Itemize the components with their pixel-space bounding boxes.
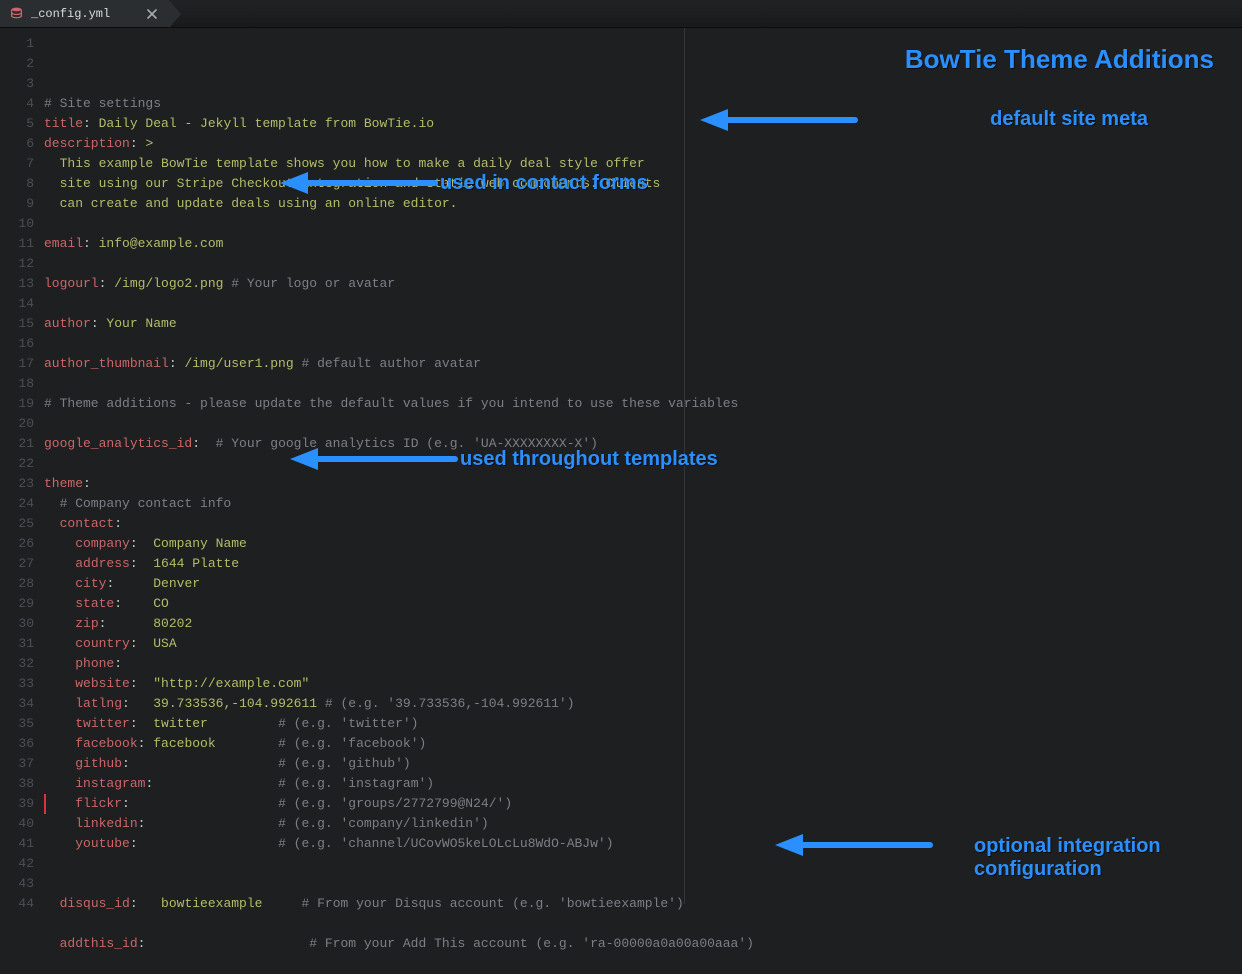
line-number: 40 xyxy=(0,814,34,834)
line-number: 8 xyxy=(0,174,34,194)
line-number: 38 xyxy=(0,774,34,794)
database-icon xyxy=(10,7,23,20)
code-line[interactable]: # Company contact info xyxy=(44,494,1242,514)
code-line[interactable] xyxy=(44,914,1242,934)
close-icon xyxy=(147,9,157,19)
line-number: 28 xyxy=(0,574,34,594)
code-line[interactable]: instagram: # (e.g. 'instagram') xyxy=(44,774,1242,794)
line-number: 26 xyxy=(0,534,34,554)
code-line[interactable]: github: # (e.g. 'github') xyxy=(44,754,1242,774)
code-line[interactable]: state: CO xyxy=(44,594,1242,614)
line-number: 34 xyxy=(0,694,34,714)
code-line[interactable] xyxy=(44,214,1242,234)
line-number: 42 xyxy=(0,854,34,874)
code-line[interactable]: logourl: /img/logo2.png # Your logo or a… xyxy=(44,274,1242,294)
line-number: 14 xyxy=(0,294,34,314)
line-number: 23 xyxy=(0,474,34,494)
code-line[interactable]: company: Company Name xyxy=(44,534,1242,554)
line-number: 5 xyxy=(0,114,34,134)
line-number: 10 xyxy=(0,214,34,234)
code-line[interactable]: flickr: # (e.g. 'groups/2772799@N24/') xyxy=(44,794,1242,814)
code-line[interactable]: latlng: 39.733536,-104.992611 # (e.g. '3… xyxy=(44,694,1242,714)
close-tab-button[interactable] xyxy=(145,7,159,21)
code-line[interactable]: can create and update deals using an onl… xyxy=(44,194,1242,214)
line-number-gutter: 1234567891011121314151617181920212223242… xyxy=(0,28,44,904)
code-line[interactable]: google_analytics_id: # Your google analy… xyxy=(44,434,1242,454)
tab-filename: _config.yml xyxy=(31,7,137,21)
line-number: 18 xyxy=(0,374,34,394)
code-line[interactable] xyxy=(44,254,1242,274)
code-line[interactable]: theme: xyxy=(44,474,1242,494)
code-line[interactable]: author: Your Name xyxy=(44,314,1242,334)
line-number: 12 xyxy=(0,254,34,274)
line-number: 31 xyxy=(0,634,34,654)
code-line[interactable]: address: 1644 Platte xyxy=(44,554,1242,574)
wrap-guide xyxy=(684,28,685,904)
code-line[interactable] xyxy=(44,454,1242,474)
line-number: 32 xyxy=(0,654,34,674)
line-number: 13 xyxy=(0,274,34,294)
line-number: 39 xyxy=(0,794,34,814)
code-line[interactable]: description: > xyxy=(44,134,1242,154)
line-number: 4 xyxy=(0,94,34,114)
code-editor[interactable]: 1234567891011121314151617181920212223242… xyxy=(0,28,1242,904)
line-number: 16 xyxy=(0,334,34,354)
code-line[interactable] xyxy=(44,954,1242,974)
line-number: 19 xyxy=(0,394,34,414)
line-number: 41 xyxy=(0,834,34,854)
line-number: 36 xyxy=(0,734,34,754)
line-number: 15 xyxy=(0,314,34,334)
code-line[interactable] xyxy=(44,294,1242,314)
code-line[interactable]: zip: 80202 xyxy=(44,614,1242,634)
line-number: 43 xyxy=(0,874,34,894)
line-number: 24 xyxy=(0,494,34,514)
line-number: 27 xyxy=(0,554,34,574)
line-number: 7 xyxy=(0,154,34,174)
line-number: 37 xyxy=(0,754,34,774)
code-line[interactable]: This example BowTie template shows you h… xyxy=(44,154,1242,174)
code-line[interactable] xyxy=(44,874,1242,894)
line-number: 2 xyxy=(0,54,34,74)
cursor-line-marker xyxy=(44,794,46,814)
code-line[interactable]: author_thumbnail: /img/user1.png # defau… xyxy=(44,354,1242,374)
line-number: 1 xyxy=(0,34,34,54)
file-tab[interactable]: _config.yml xyxy=(0,0,170,27)
code-line[interactable]: city: Denver xyxy=(44,574,1242,594)
code-line[interactable]: twitter: twitter # (e.g. 'twitter') xyxy=(44,714,1242,734)
code-area[interactable]: # Site settingstitle: Daily Deal - Jekyl… xyxy=(44,28,1242,904)
code-line[interactable]: country: USA xyxy=(44,634,1242,654)
line-number: 17 xyxy=(0,354,34,374)
line-number: 33 xyxy=(0,674,34,694)
line-number: 9 xyxy=(0,194,34,214)
code-line[interactable] xyxy=(44,854,1242,874)
code-line[interactable]: phone: xyxy=(44,654,1242,674)
code-line[interactable]: # Site settings xyxy=(44,94,1242,114)
code-line[interactable] xyxy=(44,414,1242,434)
code-line[interactable]: disqus_id: bowtieexample # From your Dis… xyxy=(44,894,1242,914)
code-line[interactable]: addthis_id: # From your Add This account… xyxy=(44,934,1242,954)
code-line[interactable]: email: info@example.com xyxy=(44,234,1242,254)
code-line[interactable]: site using our Stripe Checkout integrati… xyxy=(44,174,1242,194)
line-number: 21 xyxy=(0,434,34,454)
code-line[interactable]: website: "http://example.com" xyxy=(44,674,1242,694)
tab-bar: _config.yml xyxy=(0,0,1242,28)
code-line[interactable] xyxy=(44,334,1242,354)
line-number: 44 xyxy=(0,894,34,914)
code-line[interactable]: youtube: # (e.g. 'channel/UCovWO5keLOLcL… xyxy=(44,834,1242,854)
line-number: 11 xyxy=(0,234,34,254)
line-number: 25 xyxy=(0,514,34,534)
line-number: 22 xyxy=(0,454,34,474)
code-line[interactable]: contact: xyxy=(44,514,1242,534)
code-line[interactable] xyxy=(44,374,1242,394)
code-line[interactable]: linkedin: # (e.g. 'company/linkedin') xyxy=(44,814,1242,834)
line-number: 29 xyxy=(0,594,34,614)
code-line[interactable]: # Theme additions - please update the de… xyxy=(44,394,1242,414)
code-line[interactable]: title: Daily Deal - Jekyll template from… xyxy=(44,114,1242,134)
line-number: 6 xyxy=(0,134,34,154)
line-number: 35 xyxy=(0,714,34,734)
code-line[interactable]: facebook: facebook # (e.g. 'facebook') xyxy=(44,734,1242,754)
line-number: 30 xyxy=(0,614,34,634)
line-number: 20 xyxy=(0,414,34,434)
line-number: 3 xyxy=(0,74,34,94)
